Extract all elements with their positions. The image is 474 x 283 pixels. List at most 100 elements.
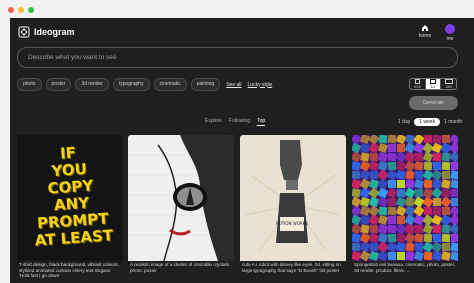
- mosaic-tile: [432, 206, 442, 216]
- mosaic-tile: [397, 252, 405, 260]
- chip-poster[interactable]: poster: [45, 78, 72, 91]
- mosaic-tile: [405, 224, 415, 234]
- mosaic-tile: [360, 152, 370, 162]
- generated-image: [352, 135, 458, 262]
- ratio-9-16[interactable]: 9/16: [410, 79, 426, 89]
- tab-explore[interactable]: Explore: [205, 118, 222, 126]
- mosaic-tile: [441, 233, 451, 243]
- tab-top[interactable]: Top: [257, 118, 266, 126]
- square-ratio-icon: [430, 79, 436, 84]
- avatar: [445, 24, 455, 34]
- chip-cinematic[interactable]: cinematic: [153, 78, 187, 91]
- mosaic-tile: [387, 135, 397, 144]
- mosaic-tile: [451, 198, 458, 206]
- portrait-ratio-icon: [414, 79, 420, 84]
- mosaic-tile: [415, 189, 423, 197]
- mosaic-tile: [388, 234, 396, 242]
- mosaic-tile: [451, 162, 458, 170]
- ratio-1-1-label: 1/1: [430, 85, 436, 89]
- browser-window: Ideogram home me Describe what you want …: [0, 0, 474, 283]
- mosaic-tile: [386, 187, 398, 199]
- poster-word: AT LEAST: [34, 226, 114, 250]
- mosaic-tile: [450, 179, 458, 189]
- mosaic-tile: [415, 153, 423, 161]
- mosaic-tile: [405, 179, 415, 189]
- mosaic-tile: [395, 241, 407, 253]
- landscape-ratio-icon: [444, 79, 453, 84]
- mosaic-tile: [442, 171, 450, 179]
- image-card[interactable]: IF YOU COPY ANY PROMPT AT LEAST T-shirt …: [17, 135, 123, 283]
- chip-typography[interactable]: typography: [112, 78, 150, 91]
- mosaic-tile: [405, 251, 415, 261]
- mosaic-tile: [432, 152, 442, 162]
- ideogram-logo-icon: [18, 26, 30, 38]
- nav-me-label: me: [446, 36, 454, 42]
- mosaic-tile: [405, 152, 415, 162]
- aspect-ratio-selector: 9/16 1/1 16/9: [409, 78, 457, 90]
- mosaic-tile: [431, 250, 443, 262]
- mosaic-tile: [387, 206, 397, 216]
- prompt-input[interactable]: Describe what you want to see: [17, 47, 458, 68]
- image-caption: cute A.I robot with disney like eyes, 3d…: [242, 262, 341, 273]
- mosaic-tile: [432, 224, 442, 234]
- ratio-16-9-label: 16/9: [445, 85, 453, 89]
- ratio-16-9[interactable]: 16/9: [441, 79, 456, 89]
- time-1-month[interactable]: 1 month: [444, 119, 462, 125]
- chip-photo[interactable]: photo: [17, 78, 42, 91]
- chip-3d-render[interactable]: 3d render: [75, 78, 109, 91]
- ratio-1-1[interactable]: 1/1: [425, 79, 442, 89]
- mosaic-tile: [442, 243, 450, 251]
- mosaic-tile: [450, 251, 458, 261]
- brand-name: Ideogram: [34, 27, 75, 37]
- minimize-window-button[interactable]: [18, 7, 24, 13]
- image-card[interactable]: A realistic image of a cluster of crocod…: [128, 135, 234, 283]
- mosaic-tile: [388, 252, 396, 260]
- image-caption: SpongeBob evil banana, cinematic, photo,…: [354, 262, 456, 273]
- bottle-label: POTION WORKS: [276, 221, 308, 226]
- time-filter: 1 day 1 week 1 month: [398, 118, 462, 126]
- mosaic-tile: [441, 179, 451, 189]
- mosaic-tile: [442, 135, 450, 143]
- mosaic-tile: [414, 233, 424, 243]
- mosaic-tile: [397, 180, 405, 188]
- nav-home[interactable]: home: [412, 24, 438, 39]
- mosaic-tile: [388, 180, 396, 188]
- generated-image: POTION WORKS: [240, 135, 346, 261]
- ratio-9-16-label: 9/16: [413, 85, 421, 89]
- maximize-window-button[interactable]: [28, 7, 34, 13]
- ideogram-app: Ideogram home me Describe what you want …: [10, 18, 474, 283]
- mosaic-tile: [397, 144, 405, 152]
- mosaic-tile: [440, 196, 452, 208]
- mosaic-tile: [441, 161, 451, 171]
- generated-image: [128, 135, 234, 261]
- image-caption: T-shirt design, black background, vibran…: [19, 262, 119, 278]
- nav-me[interactable]: me: [440, 24, 460, 42]
- time-1-day[interactable]: 1 day: [398, 119, 410, 125]
- see-all-link[interactable]: See all: [226, 82, 241, 88]
- close-window-button[interactable]: [8, 7, 14, 13]
- chip-painting[interactable]: painting: [190, 78, 221, 91]
- mosaic-tile: [388, 216, 396, 224]
- mosaic-tile: [415, 225, 423, 233]
- image-card[interactable]: SpongeBob evil banana, cinematic, photo,…: [352, 135, 458, 283]
- mosaic-tile: [388, 198, 396, 206]
- style-chips: photo poster 3d render typography cinema…: [17, 78, 272, 91]
- mosaic-tile: [397, 216, 405, 224]
- tab-following[interactable]: Following: [229, 118, 250, 126]
- mosaic-tile: [441, 251, 451, 261]
- generated-image: IF YOU COPY ANY PROMPT AT LEAST: [17, 135, 123, 261]
- mosaic-tile: [395, 169, 407, 181]
- mosaic-tile: [450, 188, 458, 198]
- image-caption: A realistic image of a cluster of crocod…: [130, 262, 231, 273]
- feed-tabs: Explore Following Top: [205, 118, 266, 126]
- mosaic-tile: [360, 224, 370, 234]
- time-1-week[interactable]: 1 week: [414, 118, 441, 126]
- brand-logo[interactable]: Ideogram: [18, 26, 75, 38]
- generate-button[interactable]: Generate: [409, 96, 458, 110]
- image-card[interactable]: POTION WORKS cute A.I robot with disney …: [240, 135, 346, 283]
- mosaic-tile: [414, 161, 424, 171]
- mosaic-tile: [388, 144, 396, 152]
- home-icon: [422, 25, 428, 31]
- lucky-style-link[interactable]: Lucky style: [248, 82, 273, 88]
- window-titlebar: [0, 0, 474, 18]
